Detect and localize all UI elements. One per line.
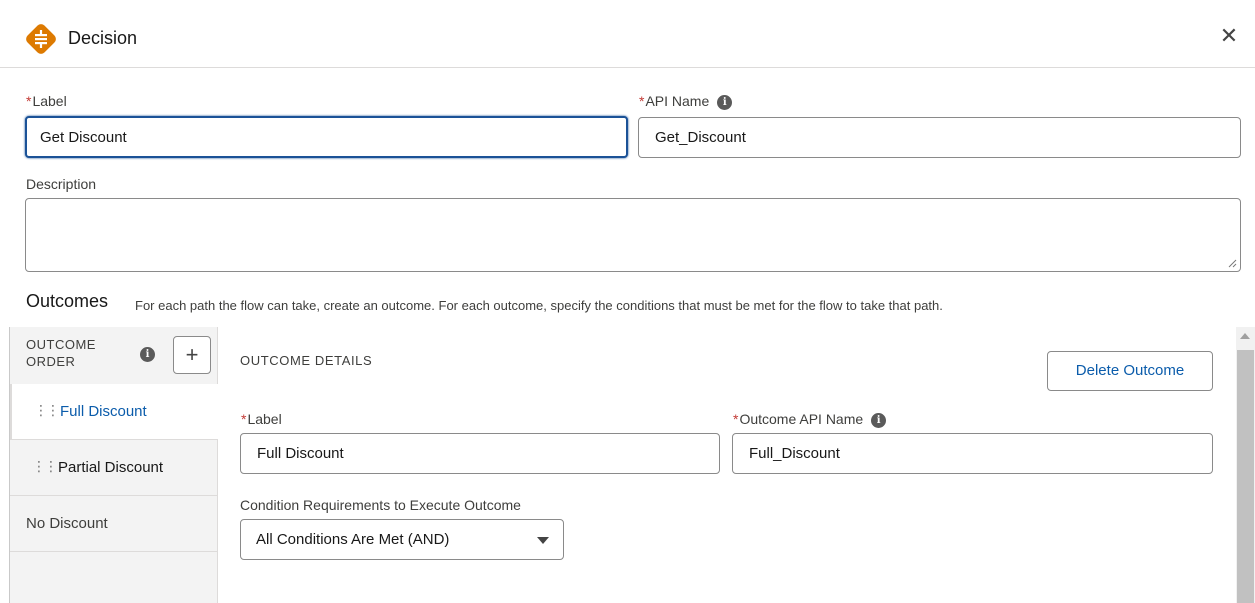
label-field-label: *Label	[26, 93, 67, 109]
outcomes-title: Outcomes	[26, 291, 109, 311]
resize-grip-icon[interactable]	[1227, 258, 1237, 268]
outcome-label-text: Label	[247, 411, 282, 427]
outcome-order-label: OUTCOME ORDER	[26, 337, 96, 369]
outcome-label-input[interactable]	[240, 433, 720, 474]
outcome-api-name-input[interactable]	[732, 433, 1213, 474]
required-mark: *	[241, 411, 247, 427]
description-textarea[interactable]	[25, 198, 1241, 272]
delete-outcome-button[interactable]: Delete Outcome	[1047, 351, 1213, 391]
close-button[interactable]: ✕	[1217, 24, 1241, 48]
drag-handle-icon[interactable]: ⋮⋮	[34, 402, 60, 419]
outcomes-description: For each path the flow can take, create …	[135, 298, 943, 313]
scroll-up-arrow-icon[interactable]	[1240, 333, 1250, 339]
info-icon[interactable]: i	[140, 347, 155, 362]
outcome-item-full-discount[interactable]: ⋮⋮ Full Discount	[10, 384, 218, 440]
condition-requirements-label: Condition Requirements to Execute Outcom…	[240, 497, 521, 513]
outcome-item-label: No Discount	[26, 515, 108, 532]
api-name-text: API Name	[645, 93, 710, 109]
outcome-item-label: Full Discount	[60, 403, 147, 420]
modal-header: Decision ✕	[0, 0, 1255, 68]
outcome-item-partial-discount[interactable]: ⋮⋮ Partial Discount	[10, 440, 218, 496]
api-name-field-label: *API Name i	[639, 93, 733, 110]
drag-handle-icon[interactable]: ⋮⋮	[32, 458, 58, 475]
outcome-label-field-label: *Label	[241, 411, 282, 427]
outcome-details-title: OUTCOME DETAILS	[240, 353, 373, 368]
info-icon[interactable]: i	[717, 94, 733, 110]
condition-requirements-value: All Conditions Are Met (AND)	[256, 531, 450, 548]
outcome-api-name-text: Outcome API Name	[739, 411, 864, 427]
label-input[interactable]	[25, 116, 628, 158]
scrollbar-thumb[interactable]	[1237, 350, 1254, 603]
label-text: Label	[32, 93, 67, 109]
outcome-item-label: Partial Discount	[58, 459, 164, 476]
outcome-api-name-field-label: *Outcome API Name i	[733, 411, 887, 428]
info-icon[interactable]: i	[871, 412, 887, 428]
modal-title: Decision	[68, 28, 138, 48]
api-name-input[interactable]	[638, 117, 1241, 158]
chevron-down-icon	[537, 537, 549, 544]
required-mark: *	[26, 93, 32, 109]
required-mark: *	[733, 411, 739, 427]
condition-requirements-select[interactable]: All Conditions Are Met (AND)	[240, 519, 564, 560]
add-outcome-button[interactable]: +	[173, 336, 211, 374]
left-edge-divider	[0, 327, 10, 603]
description-label: Description	[26, 176, 97, 192]
outcome-item-no-discount[interactable]: No Discount	[10, 496, 218, 552]
decision-icon	[26, 24, 56, 54]
required-mark: *	[639, 93, 645, 109]
